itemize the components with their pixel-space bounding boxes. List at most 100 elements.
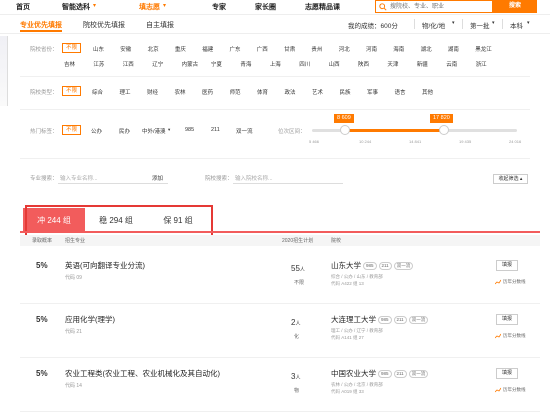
tag-option[interactable]: 公办 — [91, 127, 102, 135]
history-scores-link[interactable]: 历年分数线 — [494, 387, 526, 393]
tab-major-first[interactable]: 专业优先填报 — [20, 20, 62, 30]
chevron-down-icon[interactable]: ▾ — [93, 2, 96, 9]
province-option[interactable]: 天津 — [387, 60, 398, 68]
province-option[interactable]: 山东 — [93, 45, 104, 53]
fill-button[interactable]: 填报 — [496, 260, 518, 271]
nav-experts[interactable]: 专家 — [212, 2, 226, 12]
university-name[interactable]: 中国农业大学 — [331, 369, 376, 378]
university-name[interactable]: 大连理工大学 — [331, 315, 376, 324]
tag-option[interactable]: 中外/港澳 — [142, 127, 166, 135]
tab-school-first[interactable]: 院校优先填报 — [83, 20, 125, 30]
tag-option[interactable]: 民办 — [119, 127, 130, 135]
type-option[interactable]: 其他 — [422, 88, 433, 96]
history-scores-link[interactable]: 历年分数线 — [494, 279, 526, 285]
province-option[interactable]: 湖南 — [448, 45, 459, 53]
school-search-input[interactable]: 输入院校名称... — [235, 174, 273, 182]
tab-free-fill[interactable]: 自主填报 — [146, 20, 174, 30]
province-option[interactable]: 海南 — [393, 45, 404, 53]
university-tag: 211 — [393, 316, 407, 325]
my-score[interactable]: 我的成绩：600分 — [348, 20, 398, 30]
province-option[interactable]: 江西 — [123, 60, 134, 68]
tag-no-limit[interactable]: 不限 — [62, 125, 82, 135]
type-option[interactable]: 语言 — [395, 88, 406, 96]
nav-subject-select[interactable]: 智能选科 — [62, 2, 90, 12]
province-option[interactable]: 四川 — [299, 60, 310, 68]
history-scores-link[interactable]: 历年分数线 — [494, 333, 526, 339]
province-option[interactable]: 重庆 — [175, 45, 186, 53]
province-option[interactable]: 山西 — [329, 60, 340, 68]
chevron-down-icon[interactable]: ▾ — [492, 20, 495, 26]
province-option[interactable]: 宁夏 — [211, 60, 222, 68]
type-option[interactable]: 师范 — [230, 88, 241, 96]
type-option[interactable]: 军事 — [367, 88, 378, 96]
type-option[interactable]: 民族 — [340, 88, 351, 96]
plan-unit: 人 — [295, 375, 301, 381]
search-input[interactable] — [390, 2, 490, 12]
chevron-down-icon[interactable]: ▾ — [163, 2, 166, 9]
province-option[interactable]: 河北 — [339, 45, 350, 53]
rank-slider-handle-high[interactable] — [439, 125, 449, 135]
chevron-down-icon[interactable]: ▾ — [168, 127, 170, 133]
history-label: 历年分数线 — [503, 279, 526, 285]
active-tab-underline — [20, 30, 62, 32]
university-tag: 双一流 — [393, 262, 414, 271]
tag-option[interactable]: 985 — [185, 127, 194, 133]
major-name[interactable]: 英语(可向翻译专业分流) — [65, 260, 145, 271]
province-option[interactable]: 新疆 — [417, 60, 428, 68]
major-name[interactable]: 应用化学(理学) — [65, 314, 115, 325]
type-option[interactable]: 政法 — [285, 88, 296, 96]
search-button[interactable]: 搜索 — [493, 0, 537, 13]
type-option[interactable]: 农林 — [175, 88, 186, 96]
nav-fill-application[interactable]: 填志愿 — [139, 2, 160, 12]
province-option[interactable]: 湖北 — [421, 45, 432, 53]
province-option[interactable]: 云南 — [446, 60, 457, 68]
nav-home[interactable]: 首页 — [16, 2, 30, 12]
university-name[interactable]: 山东大学 — [331, 261, 361, 270]
type-option[interactable]: 财经 — [147, 88, 158, 96]
rank-slider-handle-low[interactable] — [340, 125, 350, 135]
province-option[interactable]: 陕西 — [358, 60, 369, 68]
nav-parents[interactable]: 家长圈 — [255, 2, 276, 12]
type-option[interactable]: 综合 — [92, 88, 103, 96]
type-option[interactable]: 艺术 — [312, 88, 323, 96]
type-option[interactable]: 体育 — [257, 88, 268, 96]
plan-subject: 化 — [294, 334, 300, 340]
type-option[interactable]: 医药 — [202, 88, 213, 96]
province-option[interactable]: 安徽 — [120, 45, 131, 53]
chevron-down-icon[interactable]: ▾ — [452, 20, 455, 26]
type-no-limit[interactable]: 不限 — [62, 86, 82, 96]
province-option[interactable]: 甘肃 — [284, 45, 295, 53]
subjects-selector[interactable]: 物/化/地 — [422, 20, 445, 30]
major-name[interactable]: 农业工程类(农业工程、农业机械化及其自动化) — [65, 368, 220, 379]
province-option[interactable]: 江苏 — [93, 60, 104, 68]
type-option[interactable]: 理工 — [120, 88, 131, 96]
province-option[interactable]: 福建 — [202, 45, 213, 53]
nav-courses[interactable]: 志愿精品课 — [305, 2, 340, 12]
fill-button[interactable]: 填报 — [496, 314, 518, 325]
province-option[interactable]: 黑龙江 — [475, 45, 492, 53]
province-option[interactable]: 辽宁 — [152, 60, 163, 68]
tag-option[interactable]: 双一流 — [236, 127, 253, 135]
tag-option[interactable]: 211 — [211, 127, 220, 133]
left-page-edge — [0, 36, 8, 106]
major-search-input[interactable]: 输入专业名称... — [60, 174, 98, 182]
province-option[interactable]: 上海 — [270, 60, 281, 68]
province-option[interactable]: 广东 — [230, 45, 241, 53]
batch-selector[interactable]: 第一批 — [470, 20, 490, 30]
add-major-button[interactable]: 添加 — [152, 174, 163, 182]
chevron-down-icon[interactable]: ▾ — [527, 20, 530, 26]
university-tag: 双一流 — [408, 316, 429, 325]
level-selector[interactable]: 本科 — [510, 20, 523, 30]
province-option[interactable]: 浙江 — [476, 60, 487, 68]
province-no-limit[interactable]: 不限 — [62, 43, 82, 53]
province-option[interactable]: 北京 — [148, 45, 159, 53]
province-option[interactable]: 广西 — [257, 45, 268, 53]
province-option[interactable]: 青海 — [240, 60, 251, 68]
province-option[interactable]: 河南 — [366, 45, 377, 53]
province-option[interactable]: 吉林 — [64, 60, 75, 68]
province-option[interactable]: 贵州 — [311, 45, 322, 53]
province-option[interactable]: 内蒙古 — [182, 60, 199, 68]
divider — [414, 19, 415, 29]
collapse-filter-button[interactable]: 收起筛选 ▴ — [493, 174, 528, 184]
fill-button[interactable]: 填报 — [496, 368, 518, 379]
